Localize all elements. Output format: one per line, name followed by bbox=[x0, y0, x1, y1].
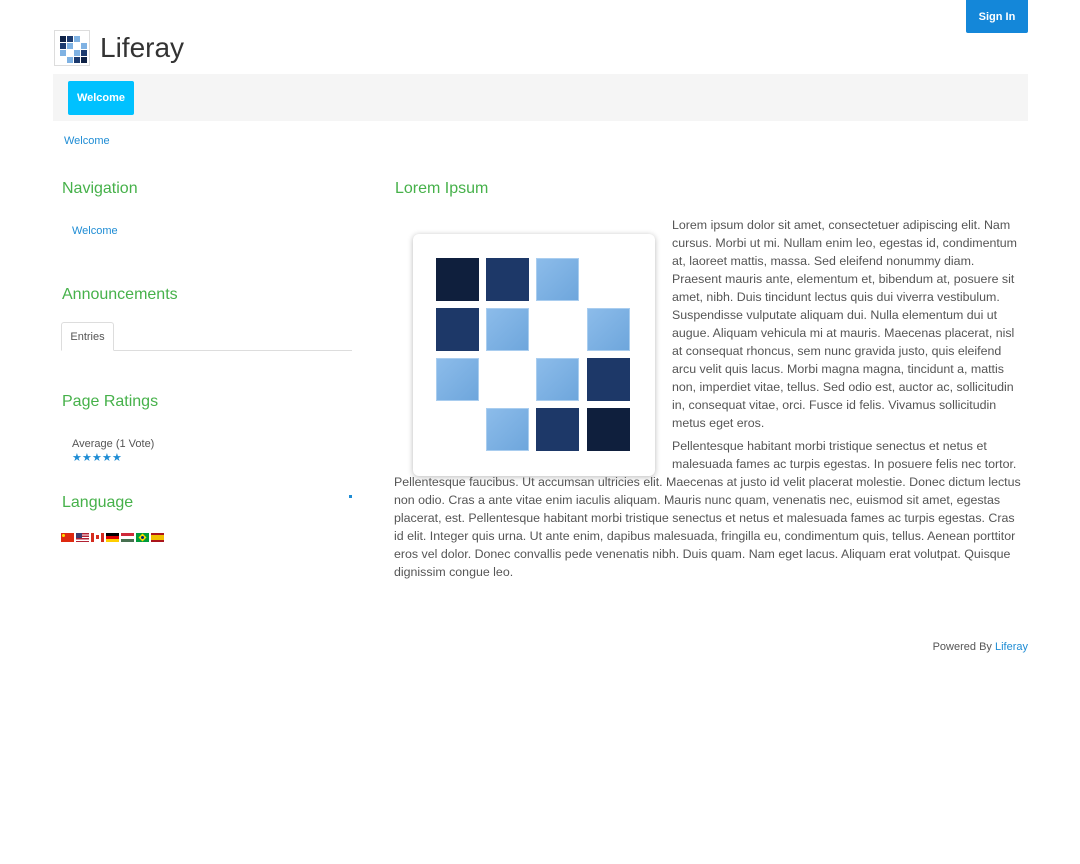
navigation-title: Navigation bbox=[62, 180, 138, 197]
announcements-title: Announcements bbox=[62, 286, 178, 303]
page-ratings-title: Page Ratings bbox=[62, 393, 159, 410]
language-flags bbox=[61, 533, 164, 542]
sign-in-button[interactable]: Sign In bbox=[966, 0, 1028, 33]
main-navbar: Welcome bbox=[53, 74, 1028, 121]
navigation-link-welcome[interactable]: Welcome bbox=[72, 225, 118, 237]
star-icon[interactable]: ★ bbox=[102, 452, 112, 464]
footer: Powered By Liferay bbox=[933, 641, 1028, 653]
rating-stars[interactable]: ★ ★ ★ ★ ★ bbox=[72, 452, 122, 464]
germany-flag-icon[interactable] bbox=[106, 533, 119, 542]
star-icon[interactable]: ★ bbox=[112, 452, 122, 464]
canada-flag-icon[interactable] bbox=[91, 533, 104, 542]
content-title: Lorem Ipsum bbox=[395, 180, 489, 197]
tab-entries[interactable]: Entries bbox=[61, 322, 114, 351]
footer-liferay-link[interactable]: Liferay bbox=[995, 641, 1028, 653]
china-flag-icon[interactable] bbox=[61, 533, 74, 542]
footer-powered-by: Powered By bbox=[932, 641, 992, 653]
site-name: Liferay bbox=[100, 32, 185, 63]
language-title: Language bbox=[62, 494, 134, 511]
liferay-logo-icon bbox=[54, 30, 90, 66]
hungary-flag-icon[interactable] bbox=[121, 533, 134, 542]
star-icon[interactable]: ★ bbox=[72, 452, 82, 464]
star-icon[interactable]: ★ bbox=[92, 452, 102, 464]
brazil-flag-icon[interactable] bbox=[136, 533, 149, 542]
rating-average-label: Average (1 Vote) bbox=[72, 438, 155, 450]
breadcrumb-welcome[interactable]: Welcome bbox=[64, 135, 110, 147]
site-brand[interactable]: Liferay bbox=[54, 30, 184, 66]
portlet-options-icon[interactable] bbox=[349, 495, 352, 498]
star-icon[interactable]: ★ bbox=[82, 452, 92, 464]
usa-flag-icon[interactable] bbox=[76, 533, 89, 542]
nav-item-welcome[interactable]: Welcome bbox=[68, 81, 134, 115]
article-body: Lorem ipsum dolor sit amet, consectetuer… bbox=[394, 216, 1024, 586]
spain-flag-icon[interactable] bbox=[151, 533, 164, 542]
